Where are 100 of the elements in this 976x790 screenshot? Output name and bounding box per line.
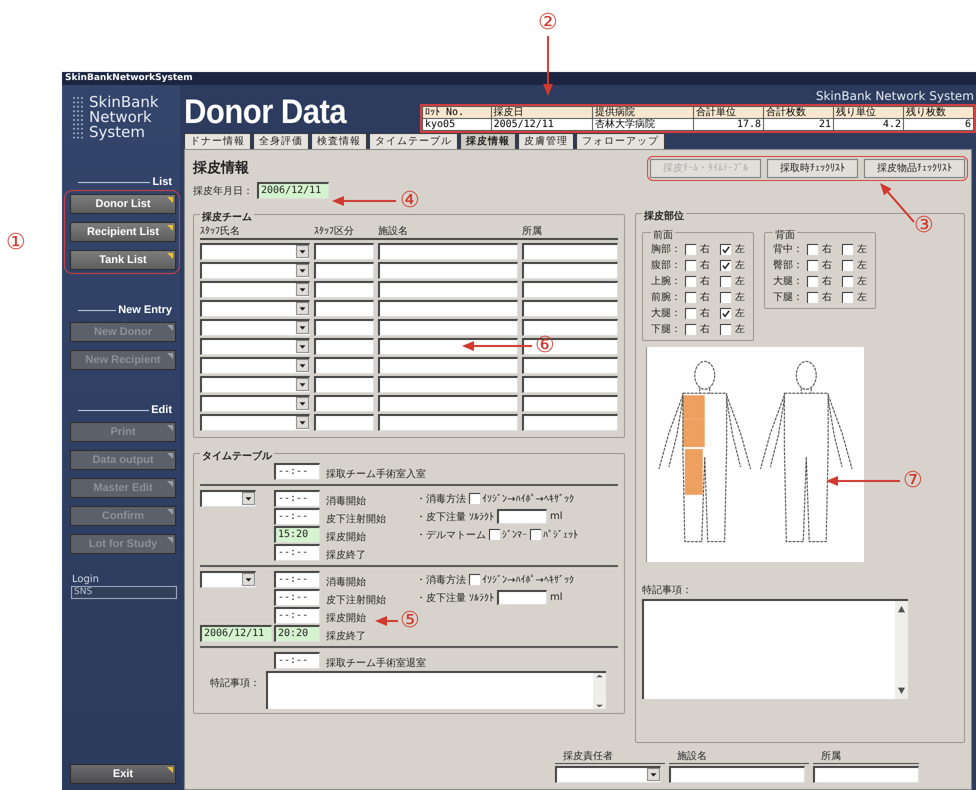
input-field[interactable] bbox=[314, 300, 374, 317]
time-field[interactable]: --:-- bbox=[274, 508, 320, 525]
input-field[interactable] bbox=[522, 243, 618, 260]
tab[interactable]: ドナー情報 bbox=[184, 133, 251, 149]
input-field[interactable] bbox=[378, 414, 518, 431]
checkbox[interactable] bbox=[720, 260, 731, 270]
input-field[interactable] bbox=[669, 766, 805, 783]
login-field[interactable]: SNS bbox=[71, 586, 177, 599]
checkbox[interactable] bbox=[685, 308, 696, 318]
checkbox[interactable] bbox=[685, 324, 696, 334]
input-field[interactable] bbox=[522, 357, 618, 374]
input-field[interactable] bbox=[378, 281, 518, 298]
input-field[interactable] bbox=[522, 319, 618, 336]
input-field[interactable] bbox=[522, 262, 618, 279]
team-select[interactable] bbox=[200, 490, 256, 507]
input-field[interactable] bbox=[522, 414, 618, 431]
tab[interactable]: 全身評価 bbox=[253, 133, 309, 149]
input-field[interactable] bbox=[497, 590, 547, 605]
sidebar-button[interactable]: Recipient List bbox=[70, 222, 176, 242]
notes-field[interactable] bbox=[642, 599, 908, 699]
staff-select[interactable] bbox=[200, 281, 310, 298]
time-field[interactable]: --:-- bbox=[274, 490, 320, 507]
checkbox[interactable] bbox=[842, 260, 853, 270]
checkbox[interactable] bbox=[685, 244, 696, 254]
checkbox[interactable] bbox=[842, 244, 853, 254]
sidebar-button[interactable]: Donor List bbox=[70, 194, 176, 214]
responsible-select[interactable] bbox=[555, 766, 661, 783]
staff-select[interactable] bbox=[200, 338, 310, 355]
exit-button[interactable]: Exit bbox=[70, 764, 176, 784]
staff-select[interactable] bbox=[200, 300, 310, 317]
checkbox[interactable] bbox=[807, 260, 818, 270]
tab[interactable]: タイムテーブル bbox=[369, 133, 458, 149]
checkbox[interactable] bbox=[842, 276, 853, 286]
staff-select[interactable] bbox=[200, 357, 310, 374]
input-field[interactable] bbox=[314, 414, 374, 431]
time-field[interactable]: 20:20 bbox=[274, 625, 320, 642]
checkbox[interactable] bbox=[530, 529, 541, 540]
checkbox[interactable] bbox=[469, 493, 480, 504]
checkbox[interactable] bbox=[807, 244, 818, 254]
input-field[interactable] bbox=[378, 376, 518, 393]
tab[interactable]: 採皮情報 bbox=[460, 133, 516, 149]
staff-select[interactable] bbox=[200, 262, 310, 279]
input-field[interactable] bbox=[497, 509, 547, 524]
input-field[interactable] bbox=[378, 338, 518, 355]
checkbox[interactable] bbox=[807, 292, 818, 302]
checkbox[interactable] bbox=[720, 324, 731, 334]
staff-select[interactable] bbox=[200, 414, 310, 431]
input-field[interactable] bbox=[314, 357, 374, 374]
input-field[interactable] bbox=[314, 376, 374, 393]
tab[interactable]: フォローアップ bbox=[576, 133, 665, 149]
checkbox[interactable] bbox=[489, 529, 500, 540]
checkbox[interactable] bbox=[720, 308, 731, 318]
scrollbar[interactable] bbox=[895, 601, 908, 699]
input-field[interactable] bbox=[378, 395, 518, 412]
checklist-button[interactable]: 採取時ﾁｪｯｸﾘｽﾄ bbox=[767, 158, 858, 178]
input-field[interactable] bbox=[314, 338, 374, 355]
input-field[interactable] bbox=[314, 319, 374, 336]
staff-select[interactable] bbox=[200, 376, 310, 393]
staff-select[interactable] bbox=[200, 395, 310, 412]
staff-select[interactable] bbox=[200, 319, 310, 336]
checkbox[interactable] bbox=[469, 574, 480, 585]
checkbox[interactable] bbox=[807, 276, 818, 286]
time-field[interactable]: --:-- bbox=[274, 463, 320, 480]
input-field[interactable] bbox=[378, 300, 518, 317]
checkbox[interactable] bbox=[685, 260, 696, 270]
notes-field[interactable] bbox=[266, 671, 606, 709]
time-field[interactable]: --:-- bbox=[274, 652, 320, 669]
input-field[interactable] bbox=[314, 281, 374, 298]
scrollbar[interactable] bbox=[593, 673, 606, 709]
time-field[interactable]: --:-- bbox=[274, 589, 320, 606]
input-field[interactable] bbox=[522, 376, 618, 393]
checkbox[interactable] bbox=[685, 292, 696, 302]
team-select[interactable] bbox=[200, 571, 256, 588]
time-field[interactable]: 15:20 bbox=[274, 526, 320, 543]
input-field[interactable] bbox=[813, 766, 919, 783]
input-field[interactable] bbox=[522, 281, 618, 298]
time-field[interactable]: --:-- bbox=[274, 607, 320, 624]
checkbox[interactable] bbox=[842, 292, 853, 302]
checkbox[interactable] bbox=[720, 292, 731, 302]
input-field[interactable] bbox=[378, 357, 518, 374]
checkbox[interactable] bbox=[685, 276, 696, 286]
sidebar-button[interactable]: Tank List bbox=[70, 250, 176, 270]
tab[interactable]: 検査情報 bbox=[311, 133, 367, 149]
staff-select[interactable] bbox=[200, 243, 310, 260]
checkbox[interactable] bbox=[720, 244, 731, 254]
tab[interactable]: 皮膚管理 bbox=[518, 133, 574, 149]
time-field[interactable]: --:-- bbox=[274, 544, 320, 561]
input-field[interactable] bbox=[314, 262, 374, 279]
checklist-button[interactable]: 採皮物品ﾁｪｯｸﾘｽﾄ bbox=[864, 158, 965, 178]
date-field[interactable]: 2006/12/11 bbox=[257, 182, 329, 199]
input-field[interactable] bbox=[314, 395, 374, 412]
date-field[interactable]: 2006/12/11 bbox=[200, 625, 272, 642]
input-field[interactable] bbox=[378, 262, 518, 279]
checkbox[interactable] bbox=[720, 276, 731, 286]
input-field[interactable] bbox=[522, 300, 618, 317]
time-field[interactable]: --:-- bbox=[274, 571, 320, 588]
input-field[interactable] bbox=[378, 319, 518, 336]
input-field[interactable] bbox=[314, 243, 374, 260]
input-field[interactable] bbox=[378, 243, 518, 260]
input-field[interactable] bbox=[522, 395, 618, 412]
